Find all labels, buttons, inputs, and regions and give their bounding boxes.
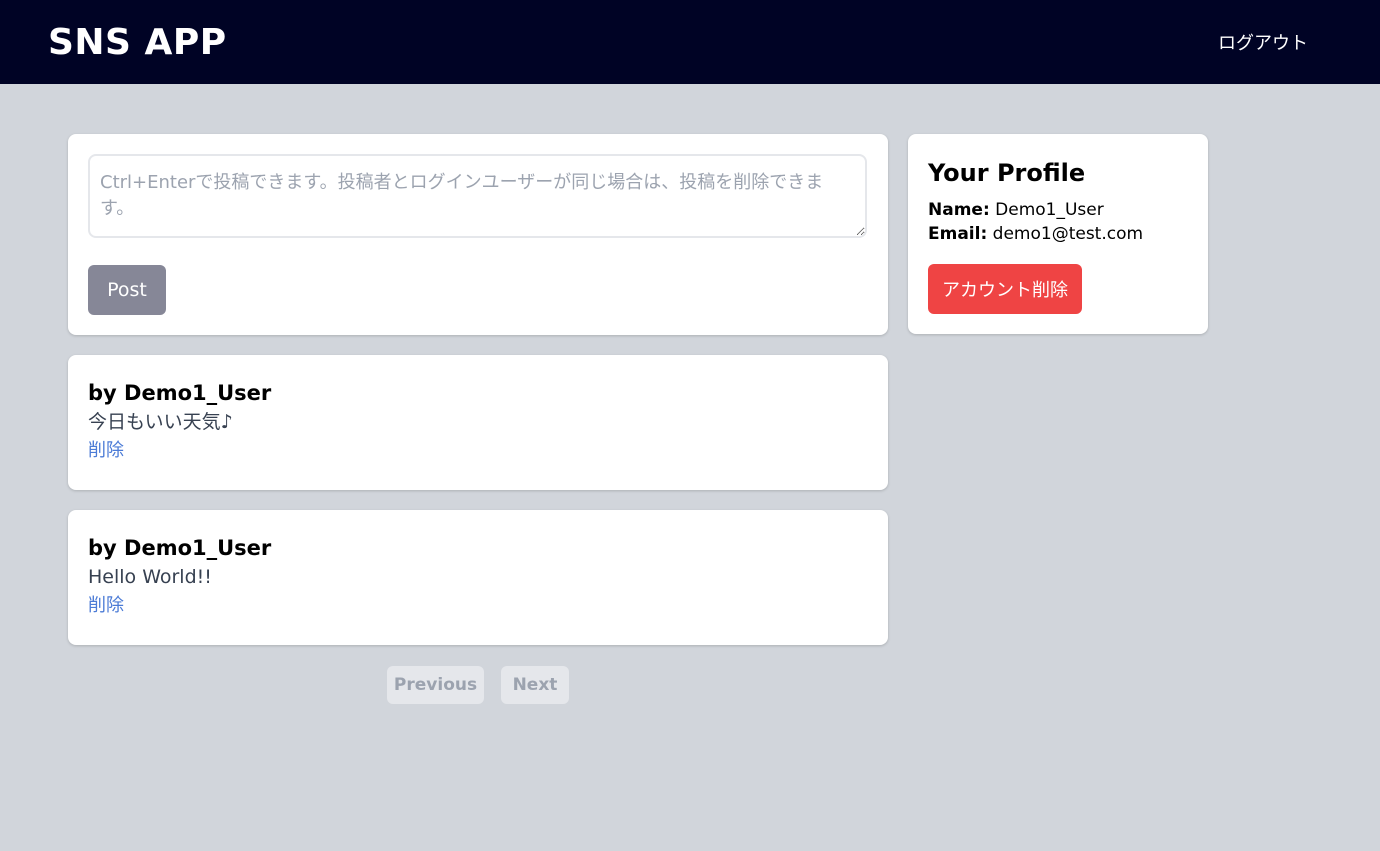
navbar: SNS APP ログアウト bbox=[0, 0, 1380, 84]
profile-email-row: Email: demo1@test.com bbox=[928, 222, 1188, 246]
post-card: by Demo1_User Hello World!! 削除 bbox=[68, 510, 888, 645]
profile-email-label: Email: bbox=[928, 224, 988, 244]
delete-account-button[interactable]: アカウント削除 bbox=[928, 264, 1082, 314]
profile-name-value: Demo1_User bbox=[995, 200, 1104, 220]
profile-email-value: demo1@test.com bbox=[992, 224, 1144, 244]
profile-title: Your Profile bbox=[928, 159, 1086, 187]
post-delete-link[interactable]: 削除 bbox=[88, 440, 124, 461]
app-title: SNS APP bbox=[48, 21, 227, 63]
previous-button[interactable]: Previous bbox=[387, 666, 484, 704]
post-composer: Post bbox=[68, 134, 888, 335]
post-body: Hello World!! bbox=[88, 566, 212, 588]
post-author: by Demo1_User bbox=[88, 381, 272, 405]
post-body: 今日もいい天気♪ bbox=[88, 411, 233, 433]
logout-link[interactable]: ログアウト bbox=[1218, 29, 1308, 55]
post-delete-link[interactable]: 削除 bbox=[88, 595, 124, 616]
post-input[interactable] bbox=[88, 154, 867, 238]
next-button[interactable]: Next bbox=[501, 666, 569, 704]
post-card: by Demo1_User 今日もいい天気♪ 削除 bbox=[68, 355, 888, 490]
post-author: by Demo1_User bbox=[88, 536, 272, 560]
profile-name-label: Name: bbox=[928, 200, 990, 220]
profile-name-row: Name: Demo1_User bbox=[928, 198, 1188, 222]
post-button[interactable]: Post bbox=[88, 265, 166, 315]
profile-card: Your Profile Name: Demo1_User Email: dem… bbox=[908, 134, 1208, 334]
